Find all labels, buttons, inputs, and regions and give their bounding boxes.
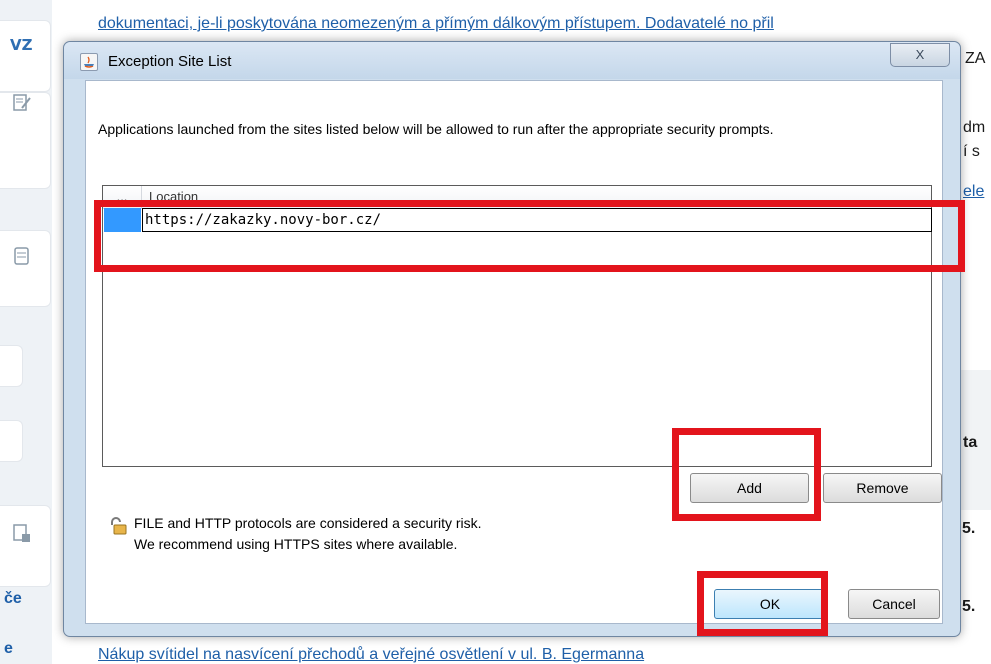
close-icon: X xyxy=(915,47,925,62)
page-text-fragment: dm xyxy=(963,119,986,136)
page-text-fragment: 5. xyxy=(962,598,976,615)
dialog-title: Exception Site List xyxy=(108,53,232,70)
sidebar-card xyxy=(0,505,51,587)
cancel-button[interactable]: Cancel xyxy=(848,589,940,619)
exception-site-list-dialog: Exception Site List X Applications launc… xyxy=(63,41,961,637)
sidebar-vz-label[interactable]: VZ xyxy=(10,36,33,54)
dialog-content: Applications launched from the sites lis… xyxy=(85,80,943,624)
dialog-titlebar[interactable]: Exception Site List X xyxy=(64,42,960,79)
page-text-fragment: í s xyxy=(963,143,980,160)
document-add-icon[interactable] xyxy=(12,523,32,543)
page-paragraph-line: dokumentaci, je-li poskytována neomezený… xyxy=(98,15,774,32)
page-text-fragment: 5. xyxy=(962,520,976,537)
security-warning: FILE and HTTP protocols are considered a… xyxy=(134,513,482,555)
sidebar-link-fragment[interactable]: e xyxy=(4,640,13,658)
warning-line-1: FILE and HTTP protocols are considered a… xyxy=(134,515,482,531)
page-text-fragment: ta xyxy=(963,434,978,451)
dialog-description: Applications launched from the sites lis… xyxy=(98,121,774,137)
highlight-ok-button xyxy=(697,571,828,636)
document-icon[interactable] xyxy=(12,246,32,266)
sidebar-card xyxy=(0,20,51,92)
sidebar-card xyxy=(0,420,23,462)
unlocked-padlock-icon xyxy=(111,517,127,535)
close-button[interactable]: X xyxy=(890,43,950,67)
remove-button[interactable]: Remove xyxy=(823,473,942,503)
highlight-location-row xyxy=(94,200,965,272)
sidebar-card xyxy=(0,230,51,307)
edit-document-icon[interactable] xyxy=(12,93,32,113)
page-link-fragment[interactable]: ele xyxy=(963,183,984,201)
sidebar-card xyxy=(0,345,23,387)
sidebar-link-fragment[interactable]: če xyxy=(4,590,22,608)
warning-line-2: We recommend using HTTPS sites where ava… xyxy=(134,536,458,552)
highlight-add-button xyxy=(672,428,821,521)
page-text-fragment: ZA xyxy=(965,50,986,67)
tender-link[interactable]: Nákup svítidel na nasvícení přechodů a v… xyxy=(98,646,644,664)
java-icon xyxy=(80,53,98,71)
